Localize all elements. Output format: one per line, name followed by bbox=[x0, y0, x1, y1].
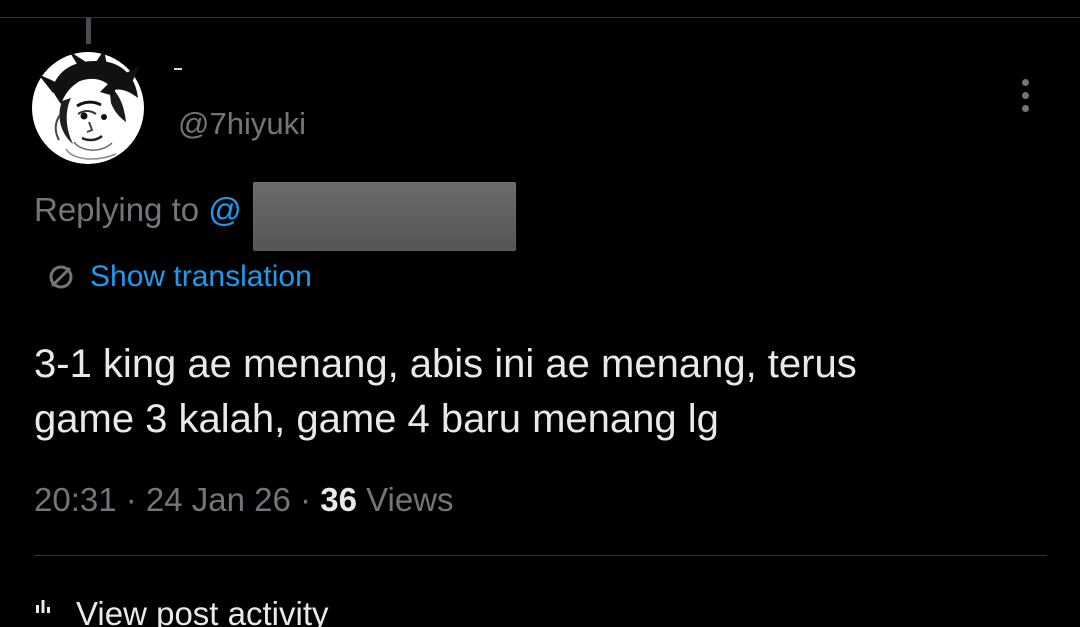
views-label: Views bbox=[366, 481, 454, 518]
post-time[interactable]: 20:31 bbox=[34, 481, 117, 518]
post-text: 3-1 king ae menang, abis ini ae menang, … bbox=[34, 342, 857, 441]
meta-separator: · bbox=[116, 481, 146, 518]
thread-connector-line bbox=[86, 18, 91, 44]
show-translation-label: Show translation bbox=[90, 260, 312, 293]
top-divider bbox=[0, 17, 1080, 18]
globe-translate-icon bbox=[49, 265, 73, 289]
replying-to-line: Replying to @ bbox=[34, 191, 242, 229]
more-options-button[interactable] bbox=[1010, 72, 1040, 118]
view-post-activity-label: View post activity bbox=[76, 597, 329, 627]
user-handle[interactable]: @7hiyuki bbox=[178, 106, 306, 142]
post-date[interactable]: 24 Jan 26 bbox=[146, 481, 291, 518]
views-count: 36 bbox=[320, 481, 357, 518]
more-dot bbox=[1021, 91, 1029, 99]
display-name-mark bbox=[174, 68, 182, 70]
avatar-illustration bbox=[32, 50, 144, 164]
replying-prefix: Replying to bbox=[34, 191, 209, 228]
more-dot bbox=[1021, 104, 1029, 112]
post-metadata: 20:31 · 24 Jan 26 · 36 Views bbox=[34, 480, 454, 520]
bar-chart-icon bbox=[36, 600, 50, 613]
bottom-divider bbox=[34, 555, 1047, 556]
show-translation-button[interactable]: Show translation bbox=[46, 259, 312, 295]
redaction-box bbox=[253, 182, 516, 251]
avatar[interactable] bbox=[30, 50, 146, 166]
view-post-activity-button[interactable]: View post activity bbox=[34, 597, 329, 627]
reply-mention-link[interactable]: @ bbox=[208, 191, 242, 228]
more-dot bbox=[1021, 78, 1029, 86]
meta-separator: · bbox=[290, 481, 321, 518]
